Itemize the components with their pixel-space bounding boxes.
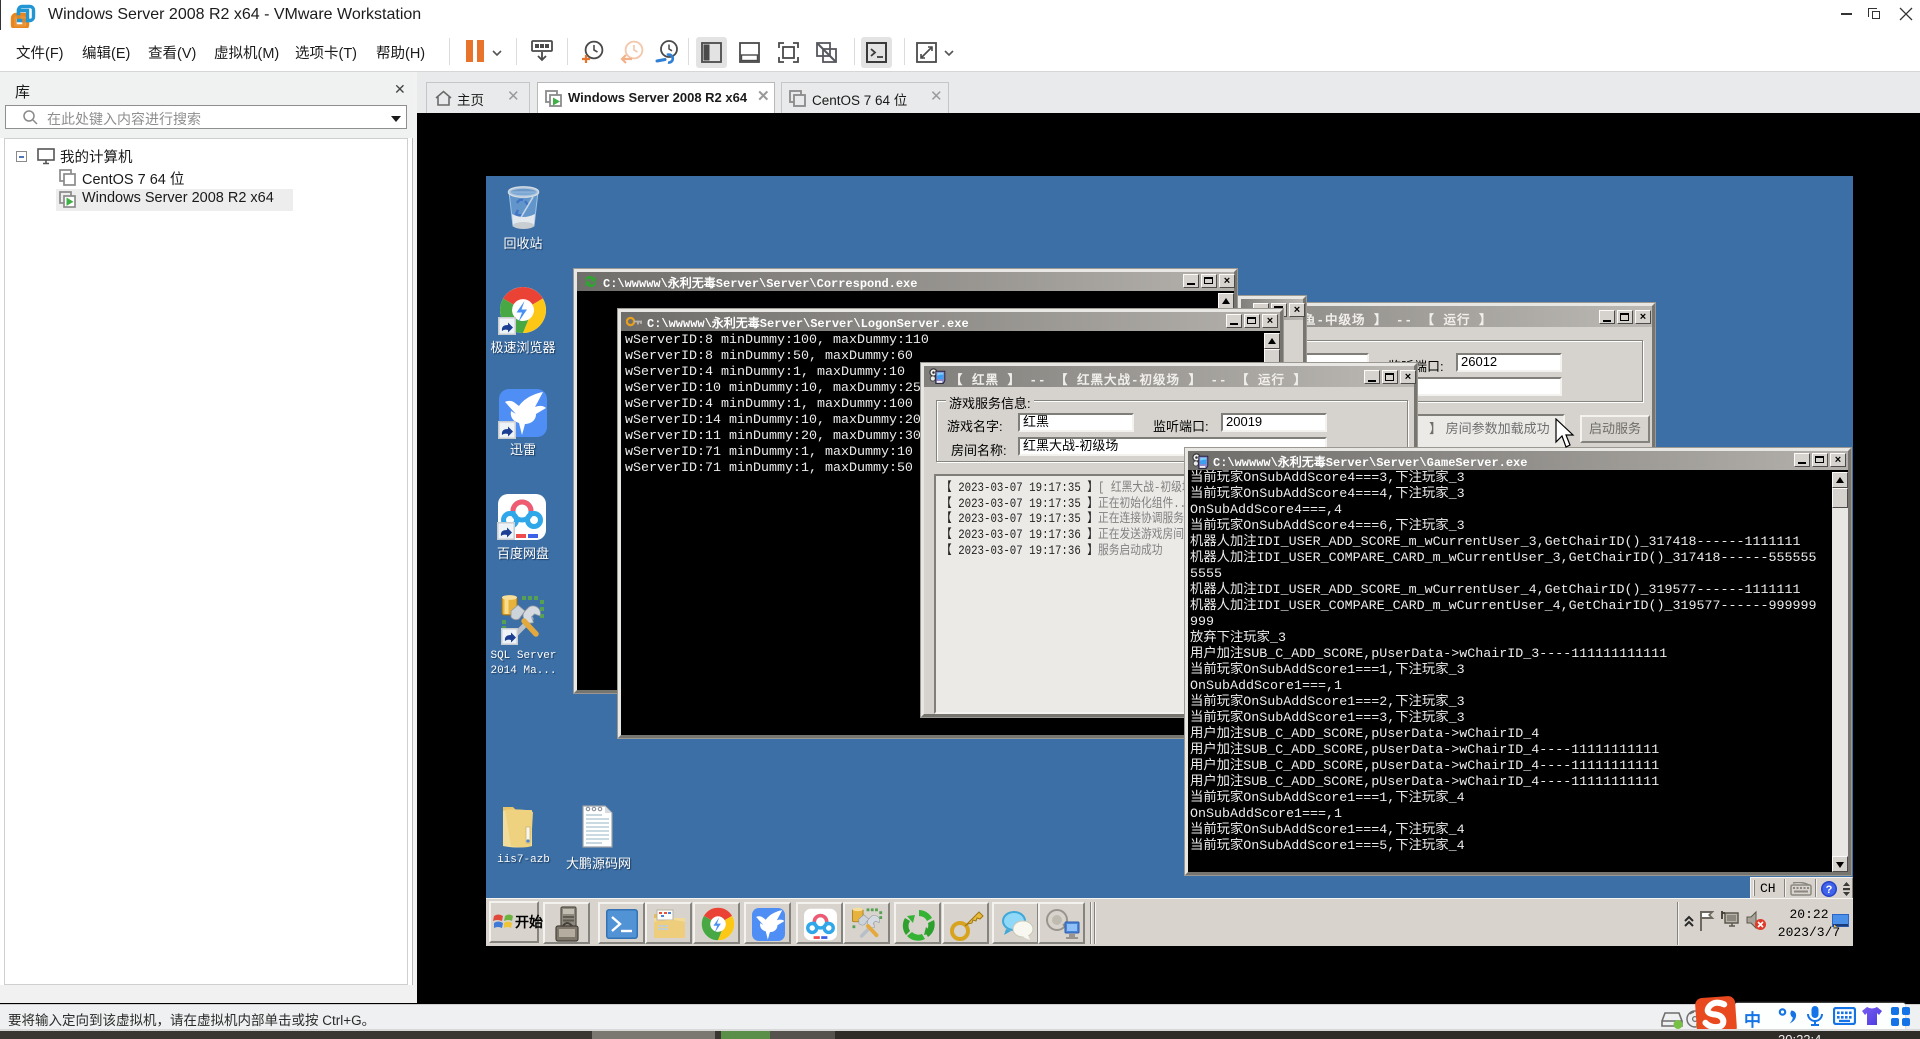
svg-text:?: ?	[1826, 884, 1833, 896]
